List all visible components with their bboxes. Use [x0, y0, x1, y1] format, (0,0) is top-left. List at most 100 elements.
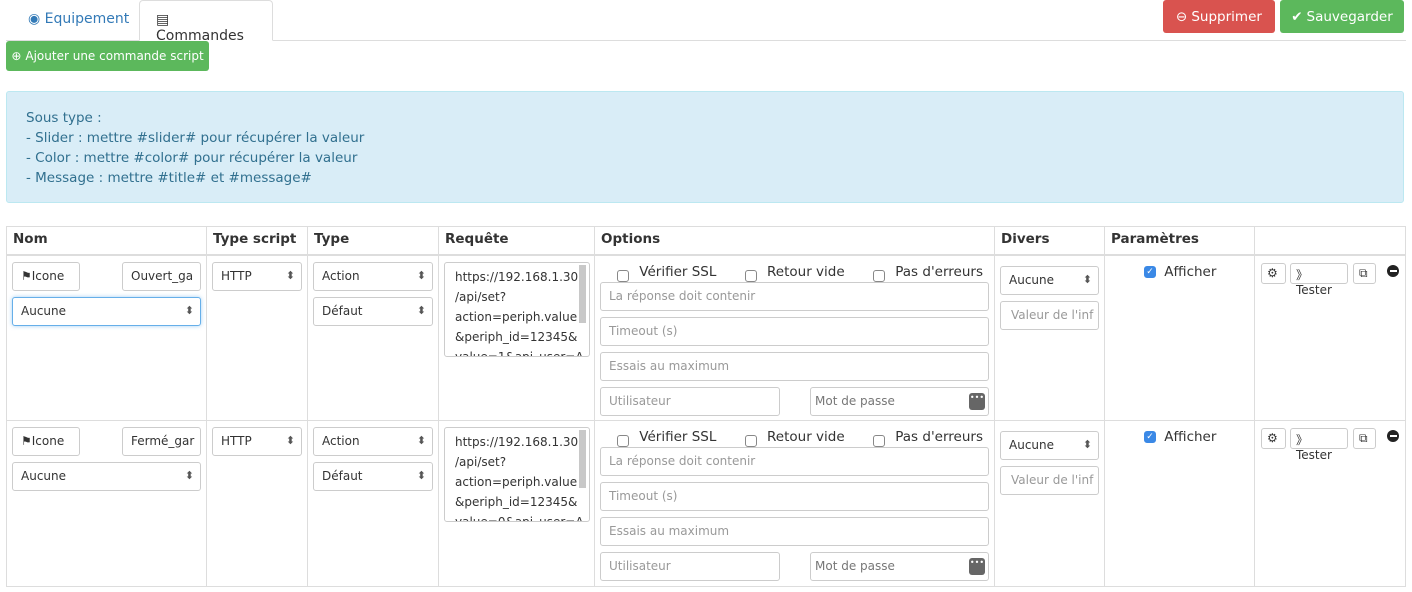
plus-circle-icon: ⊕ — [11, 49, 22, 63]
show-checkbox[interactable]: ✓ — [1144, 265, 1156, 278]
column-header — [1254, 226, 1406, 256]
info-value-input[interactable]: Valeur de l'inf — [1000, 466, 1099, 495]
show-label: Afficher — [1164, 263, 1217, 280]
empty-return-checkbox[interactable] — [744, 269, 757, 282]
response-contains-input[interactable]: La réponse doit contenir — [600, 447, 989, 476]
scrollbar[interactable] — [579, 264, 586, 323]
select-value: Action — [322, 268, 360, 283]
name-input[interactable]: Fermé_gar — [122, 427, 201, 456]
max-tries-input[interactable]: Essais au maximum — [600, 351, 989, 381]
add-command-button[interactable]: ⊕ Ajouter une commande script — [6, 41, 209, 71]
duplicate-button[interactable]: ⧉ — [1353, 428, 1376, 449]
tab-label: Equipement — [44, 11, 130, 27]
copy-icon: ⧉ — [1359, 265, 1368, 280]
request-line: &periph_id=12345& — [455, 329, 578, 344]
test-label: Tester — [1296, 282, 1332, 297]
password-manager-icon[interactable]: ••• — [969, 392, 985, 410]
script-type-select[interactable]: HTTP — [212, 427, 302, 456]
flag-icon: ⚑ — [21, 434, 32, 448]
icon-button[interactable]: ⚑Icone — [12, 427, 80, 456]
show-label: Afficher — [1164, 429, 1217, 445]
column-header: Divers — [994, 226, 1105, 256]
request-line: https://192.168.1.30 — [455, 435, 579, 449]
request-line: /api/set? — [455, 455, 507, 469]
column-header: Paramètres — [1104, 226, 1255, 256]
subtype-select[interactable]: Défaut — [313, 462, 433, 491]
password-input[interactable]: Mot de passe ••• — [810, 552, 989, 581]
name-input[interactable]: Ouvert_ga — [122, 261, 201, 291]
request-cell: https://192.168.1.30/api/set? action=peri… — [438, 254, 595, 421]
options-checkboxes: Vérifier SSL Retour vide Pas d'erreurs — [617, 262, 987, 282]
info-value-input[interactable]: Valeur de l'inf — [1000, 300, 1099, 330]
type-select[interactable]: Action — [313, 261, 433, 291]
password-manager-icon[interactable]: ••• — [969, 558, 985, 575]
request-line: action=periph.value — [455, 475, 578, 489]
flag-icon: ⚑ — [21, 268, 32, 283]
value-select[interactable]: Aucune — [12, 462, 201, 491]
name-cell: ⚑Icone Ouvert_ga Aucune — [6, 254, 207, 421]
no-errors-checkbox[interactable] — [872, 435, 885, 447]
scrollbar[interactable] — [579, 430, 586, 488]
icon-button-label: Icone — [31, 434, 65, 448]
advanced-config-button[interactable]: ⚙ — [1261, 262, 1286, 284]
select-value: Défaut — [322, 303, 363, 318]
no-errors-checkbox[interactable] — [872, 269, 885, 282]
params-cell: ✓ Afficher — [1104, 420, 1255, 587]
tab-commandes[interactable]: ▤ Commandes — [139, 0, 273, 44]
rss-icon: 》 — [1296, 433, 1309, 447]
name-cell: ⚑Icone Fermé_gar Aucune — [6, 420, 207, 587]
delete-button[interactable]: ⊖ Supprimer — [1163, 0, 1275, 33]
duplicate-button[interactable]: ⧉ — [1353, 262, 1376, 284]
response-contains-input[interactable]: La réponse doit contenir — [600, 281, 989, 311]
user-input[interactable]: Utilisateur — [600, 386, 780, 416]
type-select[interactable]: Action — [313, 427, 433, 456]
ssl-checkbox[interactable] — [617, 435, 629, 447]
remove-command-icon[interactable] — [1387, 264, 1399, 277]
rss-icon: 》 — [1296, 267, 1309, 282]
show-option: ✓ Afficher — [1144, 429, 1216, 445]
options-checkboxes: Vérifier SSL Retour vide Pas d'erreurs — [617, 427, 987, 447]
show-checkbox[interactable]: ✓ — [1144, 431, 1156, 443]
test-label: Tester — [1296, 448, 1332, 462]
select-value: Aucune — [21, 469, 67, 483]
info-line: - Message : mettre #title# et #message# — [26, 170, 312, 186]
timeout-input[interactable]: Timeout (s) — [600, 482, 989, 511]
info-line: Sous type : — [26, 110, 102, 126]
column-header: Options — [594, 226, 995, 256]
request-line: value=1&api_user=A — [455, 349, 584, 357]
table-row: ⚑Icone Fermé_gar Aucune HTTP Action Défa… — [6, 420, 1406, 587]
script-type-cell: HTTP — [206, 420, 308, 587]
select-value: Aucune — [1009, 272, 1055, 287]
options-cell: Vérifier SSL Retour vide Pas d'erreurs L… — [594, 420, 995, 587]
column-header: Nom — [6, 226, 207, 256]
user-input[interactable]: Utilisateur — [600, 552, 780, 581]
request-textarea[interactable]: https://192.168.1.30/api/set? action=peri… — [444, 427, 590, 522]
value-select[interactable]: Aucune — [12, 296, 201, 326]
save-button[interactable]: ✔ Sauvegarder — [1280, 0, 1404, 33]
table-header: Nom Type script Type Requête Options Divers Pa… — [6, 226, 1406, 256]
tab-equipement[interactable]: ◉ Equipement — [12, 0, 145, 41]
password-placeholder: Mot de passe — [815, 393, 895, 408]
test-button[interactable]: 》Tester — [1290, 262, 1348, 297]
select-value: HTTP — [221, 434, 252, 448]
advanced-config-button[interactable]: ⚙ — [1261, 428, 1286, 449]
no-errors-label: Pas d'erreurs — [895, 263, 983, 280]
misc-select[interactable]: Aucune — [1000, 265, 1099, 295]
subtype-select[interactable]: Défaut — [313, 296, 433, 326]
remove-command-icon[interactable] — [1387, 430, 1399, 442]
icon-button[interactable]: ⚑Icone — [12, 261, 80, 291]
misc-select[interactable]: Aucune — [1000, 431, 1099, 460]
empty-return-checkbox[interactable] — [744, 435, 757, 447]
empty-return-label: Retour vide — [767, 429, 845, 445]
test-button[interactable]: 》Tester — [1290, 428, 1348, 462]
type-cell: Action Défaut — [307, 420, 439, 587]
timeout-input[interactable]: Timeout (s) — [600, 316, 989, 346]
ssl-checkbox[interactable] — [617, 269, 629, 282]
misc-cell: Aucune Valeur de l'inf — [994, 254, 1105, 421]
password-input[interactable]: Mot de passe ••• — [810, 386, 989, 416]
request-textarea[interactable]: https://192.168.1.30/api/set? action=peri… — [444, 261, 590, 357]
dashboard-icon: ◉ — [28, 11, 41, 27]
list-icon: ▤ — [156, 12, 170, 28]
max-tries-input[interactable]: Essais au maximum — [600, 517, 989, 546]
script-type-select[interactable]: HTTP — [212, 261, 302, 291]
